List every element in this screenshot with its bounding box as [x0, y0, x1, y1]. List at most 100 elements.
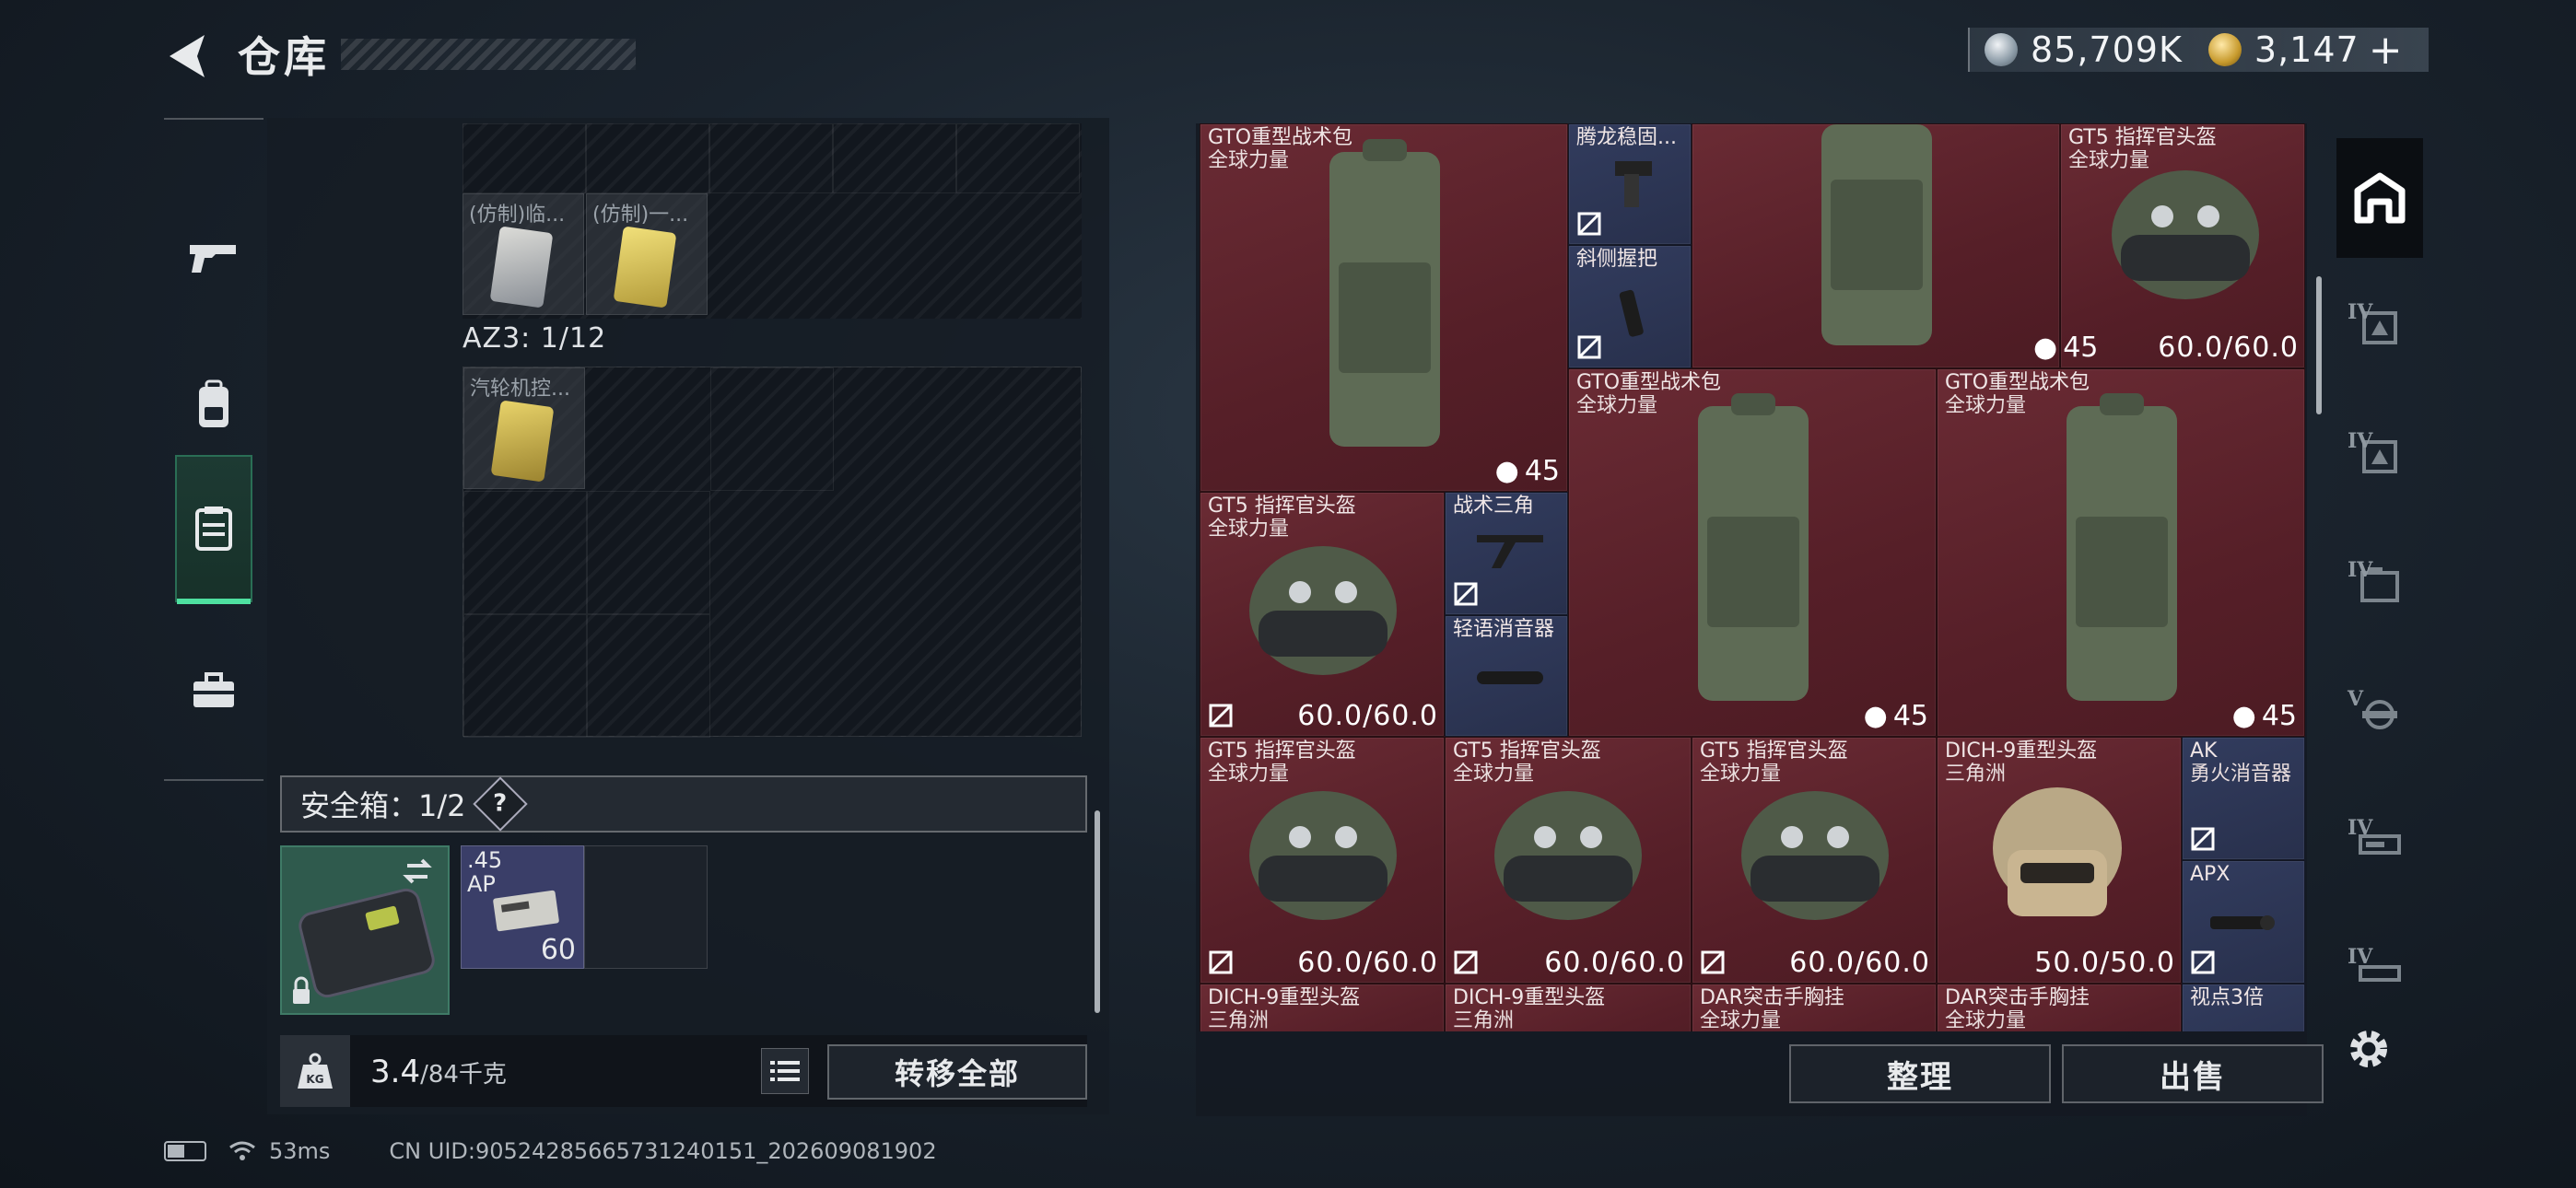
battery-icon — [164, 1141, 206, 1161]
storage-item[interactable]: GTO重型战术包 全球力量 ● 45 — [1568, 368, 1937, 737]
no-drop-icon — [1209, 704, 1233, 728]
inventory-item[interactable]: 汽轮机控... — [463, 367, 585, 489]
home-storage-icon — [2354, 172, 2406, 224]
helmet-icon — [1249, 791, 1397, 920]
page-title: 仓库 — [238, 32, 330, 82]
tab-storage-1[interactable]: IV — [2336, 267, 2423, 387]
gold-coin-icon — [2207, 33, 2242, 66]
keycard-icon — [489, 226, 554, 309]
grip-attachment-icon — [1615, 161, 1652, 207]
sort-button[interactable]: 整理 — [1789, 1044, 2051, 1103]
helmet-icon — [1741, 791, 1889, 920]
tactical-light-icon — [2210, 915, 2275, 930]
storage-item[interactable]: GT5 指挥官头盔 全球力量 60.0/60.0 — [1692, 737, 1937, 984]
storage-item[interactable]: GTO重型战术包 全球力量 ● 45 — [1200, 123, 1568, 492]
storage-item[interactable]: GTO重型战术包 全球力量 ● 45 — [1937, 368, 2305, 737]
user-uid: CN UID:9052428566573124015​1_20260908190… — [389, 1138, 937, 1164]
nav-chest-rig[interactable] — [175, 455, 252, 604]
storage-item[interactable]: GT5 指挥官头盔 全球力量 60.0/60.0 — [1200, 737, 1445, 984]
storage-item[interactable]: GT5 指挥官头盔 全球力量 ● 45 60.0/60.0 — [2033, 123, 2305, 368]
no-drop-icon — [1577, 335, 1601, 359]
list-icon — [770, 1061, 800, 1081]
storage-item[interactable]: DAR突击手胸挂 全球力量 — [1692, 984, 1937, 1031]
storage-item[interactable]: 斜侧握把 — [1568, 245, 1692, 368]
storage-item[interactable]: 腾龙稳固... — [1568, 123, 1692, 245]
left-category-nav — [164, 118, 263, 781]
back-button[interactable] — [164, 31, 210, 81]
storage-item[interactable]: AK 勇火消音器 — [2182, 737, 2305, 860]
empty-safe-slot[interactable] — [584, 845, 708, 969]
tab-storage-5[interactable]: IV — [2336, 783, 2423, 903]
tab-storage-main[interactable] — [2336, 138, 2423, 258]
storage-item[interactable]: DAR突击手胸挂 全球力量 — [1937, 984, 2182, 1031]
no-drop-icon — [2191, 827, 2215, 851]
swap-icon — [403, 858, 432, 884]
storage-item[interactable]: 视点3倍 — [2182, 984, 2305, 1031]
storage-scrollbar[interactable] — [2316, 276, 2322, 414]
storage-item[interactable]: DICH-9重型头盔 三角洲 — [1200, 984, 1445, 1031]
nav-weapon[interactable] — [175, 184, 252, 332]
ping-value: 53ms — [269, 1138, 331, 1164]
list-view-button[interactable] — [761, 1048, 809, 1094]
suppressor-icon — [1477, 671, 1543, 684]
status-footer: 53ms CN UID:9052428566573124015​1_202609… — [164, 1138, 937, 1164]
container-grid-top: (仿制)临... (仿制)一... — [463, 123, 1082, 319]
nav-toolbox[interactable] — [175, 617, 252, 764]
safe-box-label: 安全箱：1/2 — [300, 788, 466, 823]
storage-item[interactable]: GT5 指挥官头盔 全球力量 60.0/60.0 — [1445, 737, 1692, 984]
svg-text:KG: KG — [306, 1073, 323, 1086]
no-drop-icon — [1209, 950, 1233, 974]
storage-item[interactable]: 战术三角 — [1445, 492, 1568, 615]
tab-storage-2[interactable]: IV — [2336, 396, 2423, 516]
storage-item[interactable]: GT5 指挥官头盔 全球力量 60.0/60.0 — [1200, 492, 1445, 737]
tab-storage-4[interactable]: V — [2336, 654, 2423, 774]
settings-button[interactable] — [2344, 1024, 2394, 1074]
ammo-count: 60 — [540, 934, 576, 966]
wifi-icon — [229, 1141, 255, 1160]
tab-storage-6[interactable]: IV — [2336, 912, 2423, 1031]
help-button[interactable]: ? — [472, 776, 528, 832]
count-icon: ● — [1863, 700, 1888, 732]
storage-item[interactable]: DICH-9重型头盔 三角洲 50.0/50.0 — [1937, 737, 2182, 984]
title-decoration — [341, 39, 636, 70]
toolbox-icon — [193, 672, 234, 707]
silver-amount: 85,709K — [2031, 29, 2183, 70]
backpack-item-icon — [1329, 139, 1440, 447]
container-grid-az3: 汽轮机控... — [463, 367, 1082, 738]
helmet-icon — [1993, 787, 2122, 916]
no-drop-icon — [1454, 950, 1478, 974]
tab-storage-3[interactable]: IV — [2336, 525, 2423, 645]
safe-box-container[interactable] — [280, 845, 450, 1015]
transfer-all-button[interactable]: 转移全部 — [827, 1044, 1087, 1100]
gold-amount: 3,147 — [2254, 29, 2359, 70]
inventory-item[interactable]: (仿制)临... — [463, 193, 584, 315]
storage-item[interactable]: APX — [2182, 860, 2305, 984]
storage-item[interactable]: DICH-9重型头盔 三角洲 — [1445, 984, 1692, 1031]
chest-rig-icon — [195, 507, 232, 551]
add-currency-button[interactable]: + — [2369, 27, 2404, 74]
no-drop-icon — [1701, 950, 1725, 974]
helmet-icon — [1249, 546, 1397, 675]
keycard-icon — [490, 400, 555, 483]
keycard-icon — [613, 226, 677, 309]
left-scrollbar[interactable] — [1095, 810, 1100, 1013]
ammo-item[interactable]: .45 AP 60 — [461, 845, 584, 969]
count-icon: ● — [2231, 700, 2256, 732]
count-icon: ● — [2033, 332, 2058, 364]
storage-grid: GTO重型战术包 全球力量 ● 45 腾龙稳固... 斜侧握把 GT5 指挥官头… — [1200, 123, 2305, 1031]
sell-button[interactable]: 出售 — [2062, 1044, 2324, 1103]
inventory-item[interactable]: (仿制)一... — [586, 193, 708, 315]
storage-item[interactable]: 轻语消音器 — [1445, 615, 1568, 737]
angled-grip-icon — [1619, 289, 1644, 337]
storage-tabs: IV IV IV V IV IV — [2336, 129, 2423, 1013]
backpack-item-icon — [1698, 393, 1809, 701]
backpack-item-icon — [2067, 393, 2177, 701]
storage-item[interactable] — [1692, 123, 2060, 368]
gear-icon — [2350, 1031, 2387, 1067]
ammo-box-icon — [493, 890, 559, 932]
no-drop-icon — [1577, 212, 1601, 236]
weight-bar: KG 3.4/84千克 转移全部 — [280, 1035, 1087, 1107]
container-az3-label: AZ3: 1/12 — [463, 322, 607, 355]
back-arrow-icon — [170, 35, 205, 77]
backpack-item-icon — [1821, 124, 1932, 345]
